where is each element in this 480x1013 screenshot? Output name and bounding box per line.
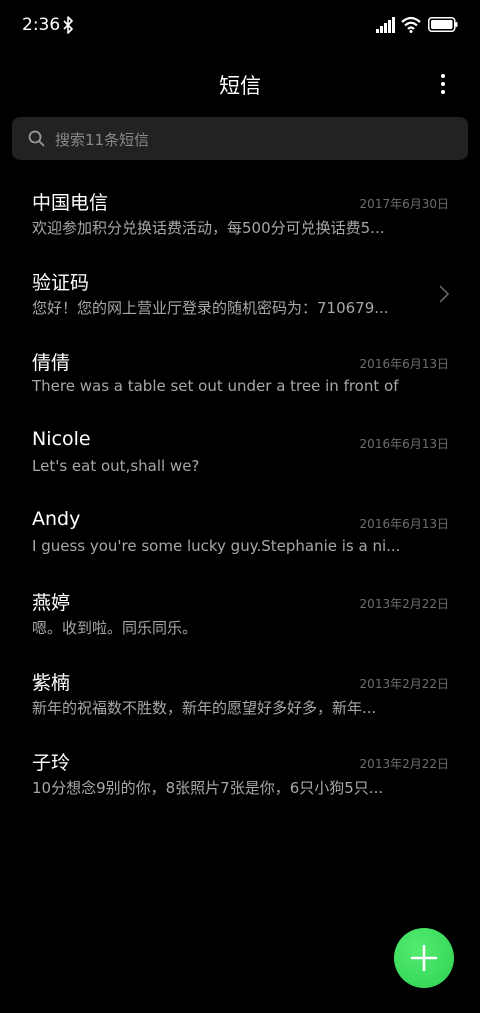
- search-placeholder: 搜索11条短信: [55, 131, 150, 149]
- conversation-name: 倩倩: [32, 352, 71, 374]
- conversation-row[interactable]: 紫楠 2013年2月22日 新年的祝福数不胜数，新年的愿望好多好多，新年...: [0, 662, 480, 742]
- conversation-name: 子玲: [32, 752, 71, 774]
- search-icon: [28, 130, 45, 147]
- conversation-row[interactable]: 中国电信 2017年6月30日 欢迎参加积分兑换话费活动，每500分可兑换话费5…: [0, 182, 480, 262]
- conversation-row[interactable]: 倩倩 2016年6月13日 There was a table set out …: [0, 342, 480, 422]
- chevron-right-icon: [439, 285, 450, 303]
- page-title: 短信: [219, 74, 261, 98]
- conversation-list: 中国电信 2017年6月30日 欢迎参加积分兑换话费活动，每500分可兑换话费5…: [0, 182, 480, 822]
- signal-icon: [376, 17, 395, 33]
- conversation-date: 2013年2月22日: [359, 677, 449, 691]
- conversation-name: 中国电信: [32, 192, 109, 214]
- header: 短信: [0, 56, 480, 112]
- conversation-name: 燕婷: [32, 592, 71, 614]
- new-message-button[interactable]: [394, 928, 454, 988]
- conversation-date: 2013年2月22日: [359, 757, 449, 771]
- conversation-preview: 嗯。收到啦。同乐同乐。: [32, 619, 198, 637]
- conversation-date: 2017年6月30日: [359, 197, 449, 211]
- conversation-preview: 欢迎参加积分兑换话费活动，每500分可兑换话费5...: [32, 219, 385, 237]
- conversation-row[interactable]: 子玲 2013年2月22日 10分想念9别的你，8张照片7张是你，6只小狗5只.…: [0, 742, 480, 822]
- conversation-preview: 新年的祝福数不胜数，新年的愿望好多好多，新年...: [32, 699, 377, 717]
- search-input[interactable]: 搜索11条短信: [12, 117, 468, 160]
- conversation-row[interactable]: Nicole 2016年6月13日 Let's eat out,shall we…: [0, 422, 480, 502]
- conversation-preview: I guess you're some lucky guy.Stephanie …: [32, 537, 401, 555]
- conversation-row[interactable]: 燕婷 2013年2月22日 嗯。收到啦。同乐同乐。: [0, 582, 480, 662]
- wifi-icon: [401, 16, 421, 33]
- conversation-date: 2016年6月13日: [359, 357, 449, 371]
- status-time: 2:36: [22, 15, 61, 35]
- conversation-date: 2016年6月13日: [359, 517, 449, 531]
- bluetooth-icon: [63, 16, 73, 34]
- more-vertical-icon: [441, 74, 445, 78]
- conversation-name: Andy: [32, 508, 81, 530]
- conversation-date: 2013年2月22日: [359, 597, 449, 611]
- more-options-button[interactable]: [426, 68, 460, 100]
- battery-icon: [428, 17, 458, 32]
- plus-icon: [410, 944, 438, 972]
- status-bar: 2:36: [0, 0, 480, 52]
- conversation-name: 验证码: [32, 272, 90, 294]
- conversation-preview: 您好！您的网上营业厅登录的随机密码为：710679...: [32, 299, 389, 317]
- conversation-preview: 10分想念9别的你，8张照片7张是你，6只小狗5只...: [32, 779, 384, 797]
- conversation-row[interactable]: 验证码 您好！您的网上营业厅登录的随机密码为：710679...: [0, 262, 480, 342]
- conversation-name: Nicole: [32, 428, 91, 450]
- conversation-row[interactable]: Andy 2016年6月13日 I guess you're some luck…: [0, 502, 480, 582]
- conversation-name: 紫楠: [32, 672, 71, 694]
- conversation-preview: There was a table set out under a tree i…: [32, 377, 402, 395]
- conversation-date: 2016年6月13日: [359, 437, 449, 451]
- conversation-preview: Let's eat out,shall we?: [32, 457, 200, 475]
